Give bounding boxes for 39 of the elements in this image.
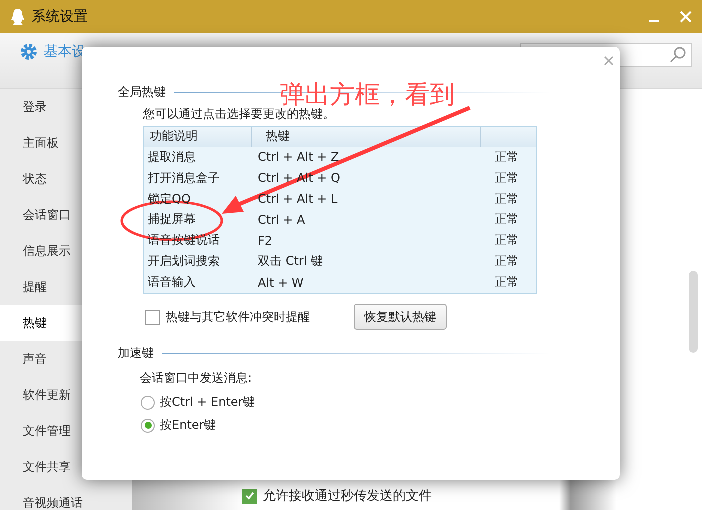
table-cell-text: 正常 <box>494 211 520 228</box>
table-cell-text: 正常 <box>494 232 520 250</box>
option-label: 允许接收通过秒传发送的文件 <box>263 488 432 505</box>
table-cell-text: 捕捉屏幕 <box>147 211 197 228</box>
radio-button[interactable] <box>141 396 155 410</box>
column-header: 热键 <box>266 128 290 146</box>
radio-button[interactable] <box>141 418 155 432</box>
close-icon[interactable] <box>604 56 614 66</box>
annotation-text: 弹出方框，看到 <box>280 79 455 109</box>
table-cell-text: 正常 <box>494 148 520 166</box>
checkmark-icon <box>244 491 254 501</box>
checkbox[interactable] <box>242 488 257 504</box>
table-cell-text: F2 <box>257 234 274 248</box>
table-cell-text: 正常 <box>494 170 520 187</box>
window-title: 系统设置 <box>32 8 89 26</box>
radio-label: 按Ctrl + Enter键 <box>160 394 256 411</box>
table-cell-text: 开启划词搜索 <box>147 253 221 270</box>
instruction-text: 您可以通过点击选择要更改的热键。 <box>143 106 336 123</box>
table-cell-text: 正常 <box>494 274 520 292</box>
table-cell-text: 语音输入 <box>147 274 197 292</box>
checkbox-label: 热键与其它软件冲突时提醒 <box>166 308 310 326</box>
table-cell-text: 双击 Ctrl 键 <box>257 253 324 270</box>
checkbox[interactable] <box>145 310 160 324</box>
prompt-text: 会话窗口中发送消息: <box>140 370 254 387</box>
column-header: 功能说明 <box>150 128 198 146</box>
restore-defaults-button[interactable]: 恢复默认热键 <box>354 304 447 330</box>
penguin-icon <box>10 8 26 26</box>
table-cell-text: 提取消息 <box>147 148 197 166</box>
table-cell-text: Alt + W <box>257 276 305 290</box>
table-cell-text: 正常 <box>494 190 520 208</box>
radio-label: 按Enter键 <box>160 417 216 434</box>
search-icon <box>669 46 687 64</box>
scrollbar-thumb[interactable] <box>689 271 698 353</box>
table-cell-text: Ctrl + Alt + Z <box>257 150 340 164</box>
table-cell-text: Ctrl + A <box>257 212 306 227</box>
table-cell-text: Ctrl + Alt + L <box>257 192 339 206</box>
gear-icon <box>20 43 38 61</box>
table-cell-text: 打开消息盒子 <box>147 170 221 187</box>
table-cell-text: 正常 <box>494 253 520 270</box>
